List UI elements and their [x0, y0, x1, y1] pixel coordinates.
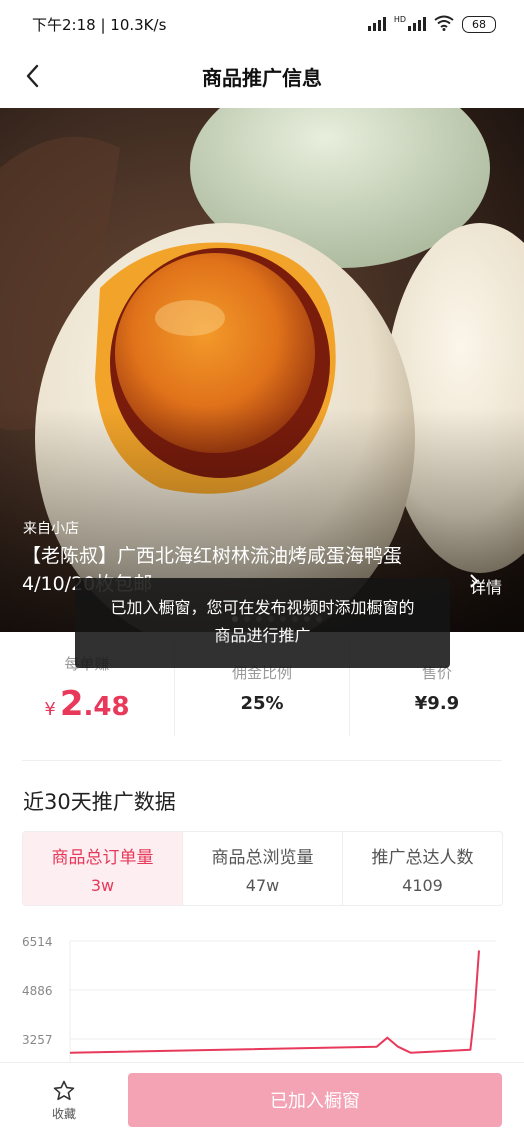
- series-line: [69, 950, 480, 1054]
- stat-value: ¥ 2 .48: [44, 684, 129, 724]
- added-to-showcase-button[interactable]: 已加入橱窗: [128, 1073, 502, 1127]
- status-bar: 下午2:18 | 10.3K/s HD 68: [0, 0, 524, 48]
- status-icons: HD 68: [367, 14, 496, 34]
- page-title: 商品推广信息: [202, 65, 322, 90]
- tab-label: 商品总浏览量: [211, 847, 314, 868]
- stat-value: ¥9.9: [414, 693, 460, 714]
- signal-icon: [367, 17, 386, 31]
- tab-value: 3w: [90, 875, 115, 895]
- nav-bar: 商品推广信息: [0, 48, 524, 104]
- favorite-label: 收藏: [51, 1107, 76, 1121]
- star-icon: [53, 1080, 75, 1101]
- chevron-right-icon: [470, 574, 478, 588]
- back-button[interactable]: [14, 58, 50, 94]
- bottom-action-bar: 收藏 已加入橱窗: [0, 1062, 524, 1137]
- product-image-carousel[interactable]: 来自小店 【老陈叔】广西北海红树林流油烤咸蛋海鸭蛋4/10/20枚包邮 详情: [0, 108, 524, 632]
- battery-indicator: 68: [462, 15, 496, 33]
- value-decimal: .48: [83, 691, 130, 722]
- stat-value: 25%: [240, 693, 284, 714]
- shop-label: 来自小店: [23, 521, 79, 537]
- status-time-speed: 下午2:18 | 10.3K/s: [32, 15, 167, 34]
- y-tick-label: 6514: [22, 935, 53, 949]
- currency-symbol: ¥: [44, 698, 56, 720]
- toast-message: 已加入橱窗，您可在发布视频时添加橱窗的商品进行推广: [75, 578, 450, 668]
- y-tick-label: 3257: [22, 1033, 53, 1047]
- chevron-left-icon: [26, 64, 39, 88]
- section-title: 近30天推广数据: [23, 790, 176, 814]
- orders-line-chart: 6514 4886 3257: [22, 935, 496, 1066]
- tab-value: 4109: [402, 875, 443, 895]
- tab-total-promoters[interactable]: 推广总达人数 4109: [342, 832, 502, 905]
- tab-label: 商品总订单量: [51, 847, 154, 868]
- promo-data-tabs: 商品总订单量 3w 商品总浏览量 47w 推广总达人数 4109: [22, 831, 503, 906]
- wifi-icon: [434, 15, 454, 34]
- divider: [22, 760, 502, 761]
- hd-label: HD: [393, 14, 406, 24]
- y-tick-label: 4886: [22, 984, 53, 998]
- signal-hd-icon: [408, 17, 426, 31]
- tab-total-views[interactable]: 商品总浏览量 47w: [182, 832, 342, 905]
- tab-label: 推广总达人数: [371, 847, 474, 868]
- details-link[interactable]: 详情: [470, 574, 502, 598]
- favorite-button[interactable]: 收藏: [38, 1079, 90, 1122]
- tab-total-orders[interactable]: 商品总订单量 3w: [23, 832, 182, 905]
- value-integer: 2: [59, 683, 84, 724]
- tab-value: 47w: [245, 875, 280, 895]
